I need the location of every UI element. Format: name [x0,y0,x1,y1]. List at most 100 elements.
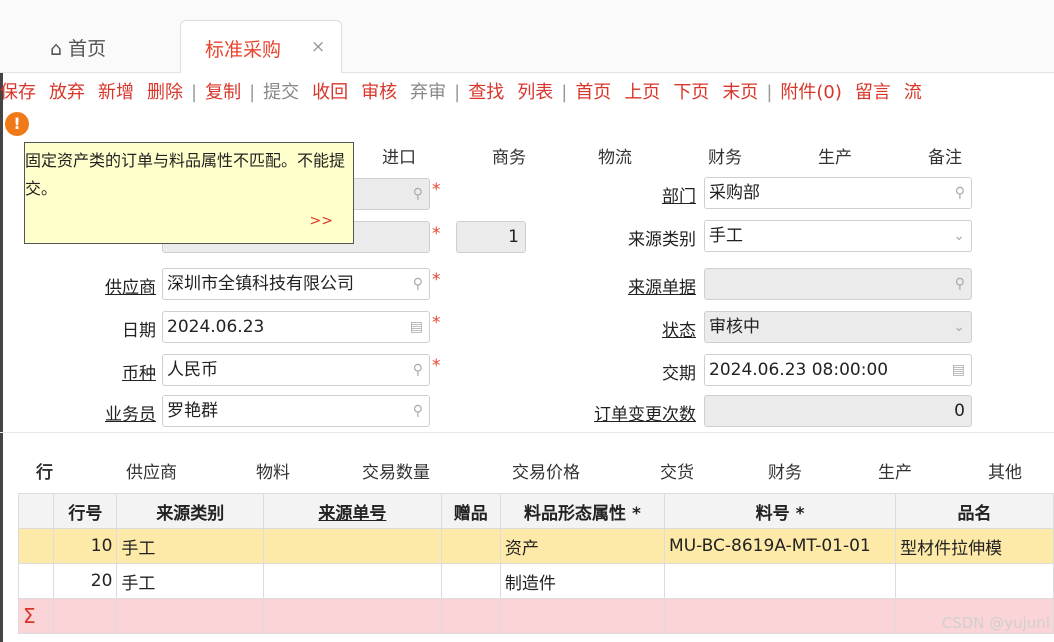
toolbar-button[interactable]: 放弃 [49,78,85,104]
tab-production[interactable]: 生产 [818,143,852,168]
tab-supplier[interactable]: 供应商 [126,458,177,483]
toolbar-button[interactable]: 附件(0) [780,78,842,104]
cell-gift[interactable] [440,528,501,564]
source-type-select[interactable]: 手工 ⌄ [704,220,972,252]
supplier-value: 深圳市全镇科技有限公司 [167,274,354,294]
toolbar-button[interactable]: 末页 [722,78,758,104]
delivery-field[interactable]: 2024.06.23 08:00:00 ▤ [704,354,972,386]
toolbar-button[interactable]: 保存 [0,78,36,104]
cell-item-no[interactable] [664,563,897,599]
tab-import[interactable]: 进口 [382,143,416,168]
cell-source-type[interactable]: 手工 [116,563,265,599]
currency-label[interactable]: 币种 [60,359,156,384]
date-value: 2024.06.23 [167,317,265,337]
tab-trade-qty[interactable]: 交易数量 [362,458,430,483]
cell-item-name[interactable]: 型材件拉伸模 [895,528,1054,564]
toolbar-button[interactable]: 列表 [517,78,553,104]
more-link[interactable]: >> [310,213,333,229]
source-type-value: 手工 [709,226,743,246]
toolbar-button[interactable]: 收回 [312,78,348,104]
search-icon[interactable]: ⚲ [413,355,423,385]
toolbar-button[interactable]: 弃审 [410,78,446,104]
tab-home[interactable]: ⌂ 首页 [50,34,106,61]
table-row[interactable]: 10 手工 资产 MU-BC-8619A-MT-01-01 型材件拉伸模 [17,528,1054,564]
toolbar-button[interactable]: 上页 [624,78,660,104]
change-count-field: 0 [704,395,972,427]
tab-other[interactable]: 其他 [988,458,1022,483]
supplier-field[interactable]: 深圳市全镇科技有限公司 ⚲ [162,268,430,300]
warning-icon[interactable]: ! [5,112,29,136]
tab-material[interactable]: 物料 [256,458,290,483]
row-selector-header [17,493,55,529]
toolbar-button[interactable]: 复制 [205,78,241,104]
row-selector[interactable] [17,563,55,599]
qty-field[interactable]: 1 [456,221,526,253]
staff-label[interactable]: 业务员 [60,400,156,425]
currency-field[interactable]: 人民币 ⚲ [162,354,430,386]
col-line-no[interactable]: 行号 [53,493,118,529]
tab-trade-price[interactable]: 交易价格 [512,458,580,483]
toolbar-button[interactable]: 首页 [575,78,611,104]
col-item-no[interactable]: 料号 * [664,493,897,529]
staff-field[interactable]: 罗艳群 ⚲ [162,395,430,427]
cell-source-no[interactable] [263,528,442,564]
watermark: CSDN @yujunl [941,614,1050,632]
toolbar-button[interactable]: 查找 [468,78,504,104]
col-item-form[interactable]: 料品形态属性 * [499,493,666,529]
required-mark: * [432,224,441,244]
col-source-no[interactable]: 来源单号 [263,493,442,529]
search-icon[interactable]: ⚲ [413,396,423,426]
col-source-type[interactable]: 来源类别 [116,493,265,529]
tab-standard-purchase[interactable]: 标准采购 × [180,20,342,73]
toolbar-button[interactable]: 审核 [361,78,397,104]
search-icon[interactable]: ⚲ [413,269,423,299]
home-icon: ⌂ [50,38,63,60]
tab-delivery[interactable]: 交货 [660,458,694,483]
tab-remarks[interactable]: 备注 [928,143,962,168]
toolbar-button[interactable]: 下页 [673,78,709,104]
required-mark: * [432,270,441,290]
cell-item-form[interactable]: 制造件 [499,563,666,599]
cell-line-no[interactable]: 10 [53,528,118,564]
toolbar-separator: | [249,82,256,103]
calendar-icon[interactable]: ▤ [952,355,965,385]
toolbar-button[interactable]: 新增 [98,78,134,104]
close-icon[interactable]: × [311,37,325,57]
cell-source-type[interactable]: 手工 [116,528,265,564]
supplier-label[interactable]: 供应商 [60,273,156,298]
toolbar-button[interactable]: 流 [904,78,922,104]
source-no-label[interactable]: 来源单据 [600,273,696,298]
toolbar-button[interactable]: 提交 [263,78,299,104]
tab-line-production[interactable]: 生产 [878,458,912,483]
toolbar-button[interactable]: 删除 [147,78,183,104]
date-field[interactable]: 2024.06.23 ▤ [162,311,430,343]
toolbar: 保存 放弃 新增 删除 | 复制 | 提交 收回 审核 弃审 | 查找 列表 | 首页 上页 下页 末页 | 附件(0)… [0,78,1054,110]
cell-line-no[interactable]: 20 [53,563,118,599]
row-selector[interactable] [17,528,55,564]
cell-item-no[interactable]: MU-BC-8619A-MT-01-01 [664,528,897,564]
toolbar-button[interactable]: 留言 [855,78,891,104]
search-icon: ⚲ [954,276,965,292]
search-icon[interactable]: ⚲ [955,178,965,208]
source-no-field[interactable]: ⚲ [704,268,972,300]
table-row[interactable]: 20 手工 制造件 [17,563,1054,599]
col-gift[interactable]: 赠品 [440,493,501,529]
dept-field[interactable]: 采购部 ⚲ [704,177,972,209]
status-label[interactable]: 状态 [600,316,696,341]
change-count-label[interactable]: 订单变更次数 [560,400,696,425]
cell-item-form[interactable]: 资产 [499,528,666,564]
tab-line-finance[interactable]: 财务 [768,458,802,483]
tab-logistics[interactable]: 物流 [598,143,632,168]
source-type-label: 来源类别 [628,230,696,250]
status-select[interactable]: 审核中 ⌄ [704,311,972,343]
cell-item-name[interactable] [895,563,1054,599]
cell-gift[interactable] [440,563,501,599]
tab-lines[interactable]: 行 [36,458,53,483]
tab-finance[interactable]: 财务 [708,143,742,168]
col-item-name[interactable]: 品名 [895,493,1054,529]
tab-business[interactable]: 商务 [492,143,526,168]
cell-source-no[interactable] [263,563,442,599]
calendar-icon[interactable]: ▤ [410,312,423,342]
dept-label[interactable]: 部门 [600,182,696,207]
chevron-down-icon: ⌄ [953,228,965,244]
